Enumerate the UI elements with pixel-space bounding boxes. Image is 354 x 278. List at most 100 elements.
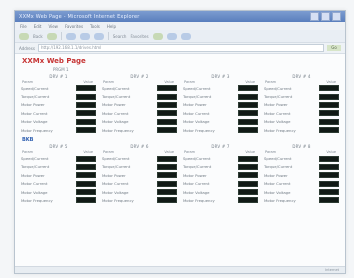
param-label: Torque/Current: [102, 164, 131, 170]
menu-favorites[interactable]: Favorites: [65, 24, 83, 29]
param-row: Motor Voltage: [102, 118, 177, 126]
title-bar: XXMx Web Page - Microsoft Internet Explo…: [15, 11, 345, 22]
toolbar-divider: [107, 32, 109, 40]
status-text: Internet: [325, 268, 339, 272]
menu-help[interactable]: Help: [107, 24, 116, 29]
drive-title: DRV # 2: [130, 74, 149, 79]
param-label: Motor Voltage: [264, 189, 291, 195]
param-value: [76, 127, 96, 134]
stop-icon[interactable]: [65, 32, 76, 40]
address-input[interactable]: http://192.168.1.1/drives.html: [37, 44, 324, 52]
back-label[interactable]: Back: [33, 34, 43, 39]
print-icon[interactable]: [180, 32, 191, 40]
param-row: Motor Current: [183, 180, 258, 188]
param-row: Motor Frequency: [21, 126, 96, 134]
back-icon[interactable]: [19, 32, 29, 40]
drive-panel: DRV # 6 Param Value Speed/Current Torque/…: [102, 144, 177, 204]
param-row: Speed/Current: [183, 84, 258, 92]
param-value: [157, 180, 177, 187]
minimize-icon[interactable]: [310, 12, 319, 21]
param-row: Speed/Current: [264, 154, 339, 162]
section-label: BKB: [22, 137, 34, 144]
param-label: Motor Current: [264, 110, 291, 116]
param-label: Torque/Current: [102, 94, 131, 100]
drive-panel: DRV # 5 Param Value Speed/Current Torque/…: [21, 144, 96, 204]
param-column-header: Param: [103, 150, 115, 155]
forward-icon[interactable]: [46, 32, 57, 40]
close-icon[interactable]: [332, 12, 341, 21]
search-button[interactable]: Search: [113, 34, 127, 39]
param-row: Motor Frequency: [102, 126, 177, 134]
param-column-header: Param: [265, 150, 277, 155]
drive-title: DRV # 4: [292, 74, 311, 79]
value-column-header: Value: [245, 80, 255, 84]
param-row: Speed/Current: [21, 84, 96, 92]
param-value: [238, 189, 258, 196]
param-label: Motor Voltage: [183, 189, 210, 195]
param-label: Motor Voltage: [21, 119, 48, 125]
home-icon[interactable]: [93, 32, 104, 40]
param-row: Motor Frequency: [183, 196, 258, 204]
param-value: [238, 180, 258, 187]
page-content: XXMx Web Page PRGM 1 DRV # 1 Param Value …: [15, 53, 345, 273]
param-row: Motor Power: [102, 171, 177, 179]
menu-view[interactable]: View: [48, 24, 58, 29]
param-value: [76, 163, 96, 170]
param-row: Motor Voltage: [21, 118, 96, 126]
param-value: [76, 85, 96, 92]
param-value: [76, 180, 96, 187]
param-value: [157, 197, 177, 204]
param-value: [157, 127, 177, 134]
param-row: Motor Frequency: [102, 196, 177, 204]
value-column-header: Value: [83, 80, 93, 84]
section-header-label: [180, 67, 260, 72]
param-row: Motor Current: [21, 180, 96, 188]
menu-tools[interactable]: Tools: [90, 24, 100, 29]
param-row: Motor Frequency: [264, 126, 339, 134]
value-column-header: Value: [164, 150, 174, 155]
param-value: [157, 110, 177, 117]
param-row: Motor Voltage: [183, 188, 258, 196]
param-label: Motor Power: [21, 172, 45, 178]
param-label: Torque/Current: [264, 94, 293, 100]
status-bar: Internet: [15, 266, 345, 273]
param-label: Motor Frequency: [21, 197, 53, 203]
param-value: [319, 110, 339, 117]
param-label: Motor Frequency: [183, 197, 215, 203]
param-label: Motor Power: [183, 102, 207, 108]
param-value: [76, 172, 96, 179]
param-label: Motor Current: [21, 181, 48, 187]
param-label: Torque/Current: [21, 94, 50, 100]
param-value: [238, 163, 258, 170]
param-label: Motor Frequency: [183, 127, 215, 133]
param-row: Torque/Current: [183, 163, 258, 171]
param-label: Speed/Current: [183, 156, 211, 162]
param-value: [76, 189, 96, 196]
param-value: [157, 85, 177, 92]
param-label: Motor Power: [102, 102, 126, 108]
toolbar: Back Search Favorites: [15, 30, 345, 43]
mail-icon[interactable]: [166, 32, 177, 40]
refresh-icon[interactable]: [79, 32, 90, 40]
param-value: [157, 172, 177, 179]
drive-title: DRV # 5: [49, 144, 68, 150]
param-row: Motor Current: [264, 109, 339, 117]
maximize-icon[interactable]: [321, 12, 330, 21]
param-row: Speed/Current: [102, 154, 177, 162]
go-button[interactable]: Go: [327, 45, 341, 51]
param-column-header: Param: [22, 80, 34, 84]
menu-edit[interactable]: Edit: [34, 24, 42, 29]
menu-file[interactable]: File: [20, 24, 27, 29]
drive-panel: DRV # 8 Param Value Speed/Current Torque/…: [264, 144, 339, 204]
param-value: [76, 155, 96, 162]
favorites-button[interactable]: Favorites: [130, 34, 148, 39]
param-row: Motor Power: [183, 101, 258, 109]
param-label: Motor Frequency: [264, 197, 296, 203]
section-header-label: PRGM 1: [52, 67, 69, 72]
toolbar-divider: [60, 32, 62, 40]
history-icon[interactable]: [152, 32, 163, 40]
param-value: [76, 101, 96, 108]
param-row: Speed/Current: [183, 154, 258, 162]
drive-panel: DRV # 4 Param Value Speed/Current Torque/…: [264, 74, 339, 134]
param-label: Speed/Current: [21, 85, 49, 91]
